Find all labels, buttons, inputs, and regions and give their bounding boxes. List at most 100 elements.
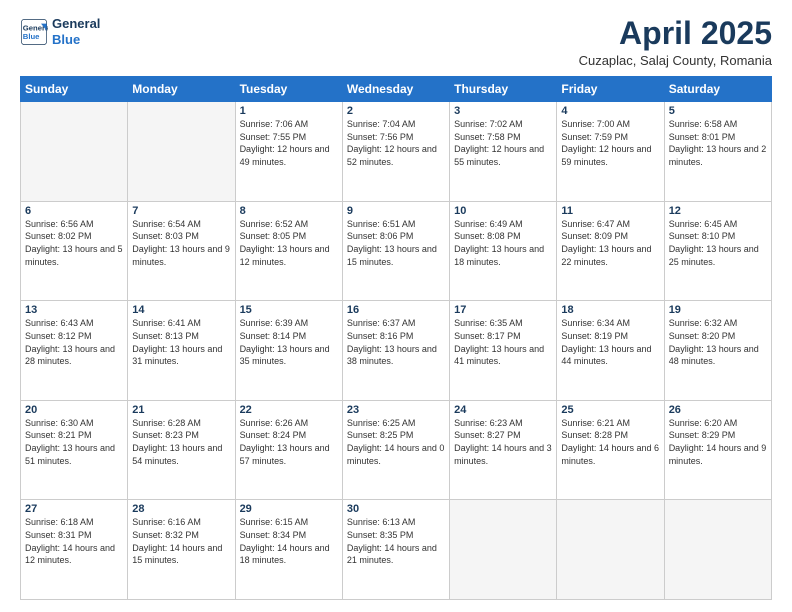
day-info: Sunrise: 6:56 AM Sunset: 8:02 PM Dayligh… — [25, 218, 123, 268]
calendar-cell — [21, 102, 128, 202]
calendar-cell — [128, 102, 235, 202]
day-number: 11 — [561, 205, 659, 217]
day-number: 30 — [347, 503, 445, 515]
calendar-cell: 17Sunrise: 6:35 AM Sunset: 8:17 PM Dayli… — [450, 301, 557, 401]
day-number: 22 — [240, 404, 338, 416]
day-info: Sunrise: 6:43 AM Sunset: 8:12 PM Dayligh… — [25, 317, 123, 367]
calendar-cell: 20Sunrise: 6:30 AM Sunset: 8:21 PM Dayli… — [21, 400, 128, 500]
calendar-cell: 3Sunrise: 7:02 AM Sunset: 7:58 PM Daylig… — [450, 102, 557, 202]
day-number: 8 — [240, 205, 338, 217]
calendar-cell — [557, 500, 664, 600]
day-info: Sunrise: 6:25 AM Sunset: 8:25 PM Dayligh… — [347, 417, 445, 467]
day-info: Sunrise: 6:18 AM Sunset: 8:31 PM Dayligh… — [25, 516, 123, 566]
day-number: 25 — [561, 404, 659, 416]
day-info: Sunrise: 6:28 AM Sunset: 8:23 PM Dayligh… — [132, 417, 230, 467]
calendar-cell: 22Sunrise: 6:26 AM Sunset: 8:24 PM Dayli… — [235, 400, 342, 500]
day-number: 18 — [561, 304, 659, 316]
calendar-cell: 18Sunrise: 6:34 AM Sunset: 8:19 PM Dayli… — [557, 301, 664, 401]
calendar-cell: 23Sunrise: 6:25 AM Sunset: 8:25 PM Dayli… — [342, 400, 449, 500]
day-number: 27 — [25, 503, 123, 515]
calendar-cell: 26Sunrise: 6:20 AM Sunset: 8:29 PM Dayli… — [664, 400, 771, 500]
day-number: 10 — [454, 205, 552, 217]
calendar-cell: 6Sunrise: 6:56 AM Sunset: 8:02 PM Daylig… — [21, 201, 128, 301]
day-info: Sunrise: 6:37 AM Sunset: 8:16 PM Dayligh… — [347, 317, 445, 367]
day-info: Sunrise: 6:58 AM Sunset: 8:01 PM Dayligh… — [669, 118, 767, 168]
calendar-cell: 27Sunrise: 6:18 AM Sunset: 8:31 PM Dayli… — [21, 500, 128, 600]
title-block: April 2025 Cuzaplac, Salaj County, Roman… — [579, 16, 772, 68]
col-header-monday: Monday — [128, 77, 235, 102]
col-header-thursday: Thursday — [450, 77, 557, 102]
calendar-cell: 28Sunrise: 6:16 AM Sunset: 8:32 PM Dayli… — [128, 500, 235, 600]
col-header-wednesday: Wednesday — [342, 77, 449, 102]
calendar-cell: 25Sunrise: 6:21 AM Sunset: 8:28 PM Dayli… — [557, 400, 664, 500]
day-number: 3 — [454, 105, 552, 117]
day-number: 24 — [454, 404, 552, 416]
calendar-table: SundayMondayTuesdayWednesdayThursdayFrid… — [20, 76, 772, 600]
day-number: 23 — [347, 404, 445, 416]
calendar-cell: 2Sunrise: 7:04 AM Sunset: 7:56 PM Daylig… — [342, 102, 449, 202]
day-number: 15 — [240, 304, 338, 316]
logo-icon: General Blue — [20, 18, 48, 46]
day-number: 13 — [25, 304, 123, 316]
calendar-cell: 14Sunrise: 6:41 AM Sunset: 8:13 PM Dayli… — [128, 301, 235, 401]
day-number: 2 — [347, 105, 445, 117]
day-info: Sunrise: 6:47 AM Sunset: 8:09 PM Dayligh… — [561, 218, 659, 268]
calendar-cell — [450, 500, 557, 600]
day-info: Sunrise: 6:32 AM Sunset: 8:20 PM Dayligh… — [669, 317, 767, 367]
logo-general: General — [52, 16, 100, 32]
day-info: Sunrise: 6:34 AM Sunset: 8:19 PM Dayligh… — [561, 317, 659, 367]
calendar-cell: 12Sunrise: 6:45 AM Sunset: 8:10 PM Dayli… — [664, 201, 771, 301]
day-number: 9 — [347, 205, 445, 217]
day-info: Sunrise: 6:49 AM Sunset: 8:08 PM Dayligh… — [454, 218, 552, 268]
week-row-2: 6Sunrise: 6:56 AM Sunset: 8:02 PM Daylig… — [21, 201, 772, 301]
day-number: 17 — [454, 304, 552, 316]
day-info: Sunrise: 6:30 AM Sunset: 8:21 PM Dayligh… — [25, 417, 123, 467]
calendar-cell: 1Sunrise: 7:06 AM Sunset: 7:55 PM Daylig… — [235, 102, 342, 202]
day-info: Sunrise: 7:00 AM Sunset: 7:59 PM Dayligh… — [561, 118, 659, 168]
day-info: Sunrise: 6:51 AM Sunset: 8:06 PM Dayligh… — [347, 218, 445, 268]
header-row: SundayMondayTuesdayWednesdayThursdayFrid… — [21, 77, 772, 102]
day-info: Sunrise: 7:04 AM Sunset: 7:56 PM Dayligh… — [347, 118, 445, 168]
day-number: 20 — [25, 404, 123, 416]
day-number: 12 — [669, 205, 767, 217]
location: Cuzaplac, Salaj County, Romania — [579, 53, 772, 68]
calendar-cell: 5Sunrise: 6:58 AM Sunset: 8:01 PM Daylig… — [664, 102, 771, 202]
day-number: 6 — [25, 205, 123, 217]
day-info: Sunrise: 6:16 AM Sunset: 8:32 PM Dayligh… — [132, 516, 230, 566]
day-number: 16 — [347, 304, 445, 316]
col-header-tuesday: Tuesday — [235, 77, 342, 102]
day-info: Sunrise: 6:35 AM Sunset: 8:17 PM Dayligh… — [454, 317, 552, 367]
svg-text:Blue: Blue — [23, 32, 40, 41]
week-row-3: 13Sunrise: 6:43 AM Sunset: 8:12 PM Dayli… — [21, 301, 772, 401]
day-info: Sunrise: 6:21 AM Sunset: 8:28 PM Dayligh… — [561, 417, 659, 467]
calendar-cell: 13Sunrise: 6:43 AM Sunset: 8:12 PM Dayli… — [21, 301, 128, 401]
day-number: 7 — [132, 205, 230, 217]
calendar-cell: 11Sunrise: 6:47 AM Sunset: 8:09 PM Dayli… — [557, 201, 664, 301]
calendar-cell — [664, 500, 771, 600]
logo-blue: Blue — [52, 32, 100, 48]
day-info: Sunrise: 6:23 AM Sunset: 8:27 PM Dayligh… — [454, 417, 552, 467]
col-header-friday: Friday — [557, 77, 664, 102]
calendar-cell: 16Sunrise: 6:37 AM Sunset: 8:16 PM Dayli… — [342, 301, 449, 401]
day-number: 5 — [669, 105, 767, 117]
day-info: Sunrise: 6:15 AM Sunset: 8:34 PM Dayligh… — [240, 516, 338, 566]
week-row-4: 20Sunrise: 6:30 AM Sunset: 8:21 PM Dayli… — [21, 400, 772, 500]
day-number: 19 — [669, 304, 767, 316]
page: General Blue General Blue April 2025 Cuz… — [0, 0, 792, 612]
day-info: Sunrise: 6:26 AM Sunset: 8:24 PM Dayligh… — [240, 417, 338, 467]
day-number: 14 — [132, 304, 230, 316]
logo: General Blue General Blue — [20, 16, 100, 47]
day-info: Sunrise: 7:06 AM Sunset: 7:55 PM Dayligh… — [240, 118, 338, 168]
day-number: 28 — [132, 503, 230, 515]
calendar-cell: 8Sunrise: 6:52 AM Sunset: 8:05 PM Daylig… — [235, 201, 342, 301]
day-info: Sunrise: 6:45 AM Sunset: 8:10 PM Dayligh… — [669, 218, 767, 268]
day-info: Sunrise: 7:02 AM Sunset: 7:58 PM Dayligh… — [454, 118, 552, 168]
calendar-cell: 24Sunrise: 6:23 AM Sunset: 8:27 PM Dayli… — [450, 400, 557, 500]
day-number: 21 — [132, 404, 230, 416]
day-number: 29 — [240, 503, 338, 515]
day-info: Sunrise: 6:41 AM Sunset: 8:13 PM Dayligh… — [132, 317, 230, 367]
day-info: Sunrise: 6:39 AM Sunset: 8:14 PM Dayligh… — [240, 317, 338, 367]
header: General Blue General Blue April 2025 Cuz… — [20, 16, 772, 68]
day-info: Sunrise: 6:20 AM Sunset: 8:29 PM Dayligh… — [669, 417, 767, 467]
calendar-cell: 9Sunrise: 6:51 AM Sunset: 8:06 PM Daylig… — [342, 201, 449, 301]
